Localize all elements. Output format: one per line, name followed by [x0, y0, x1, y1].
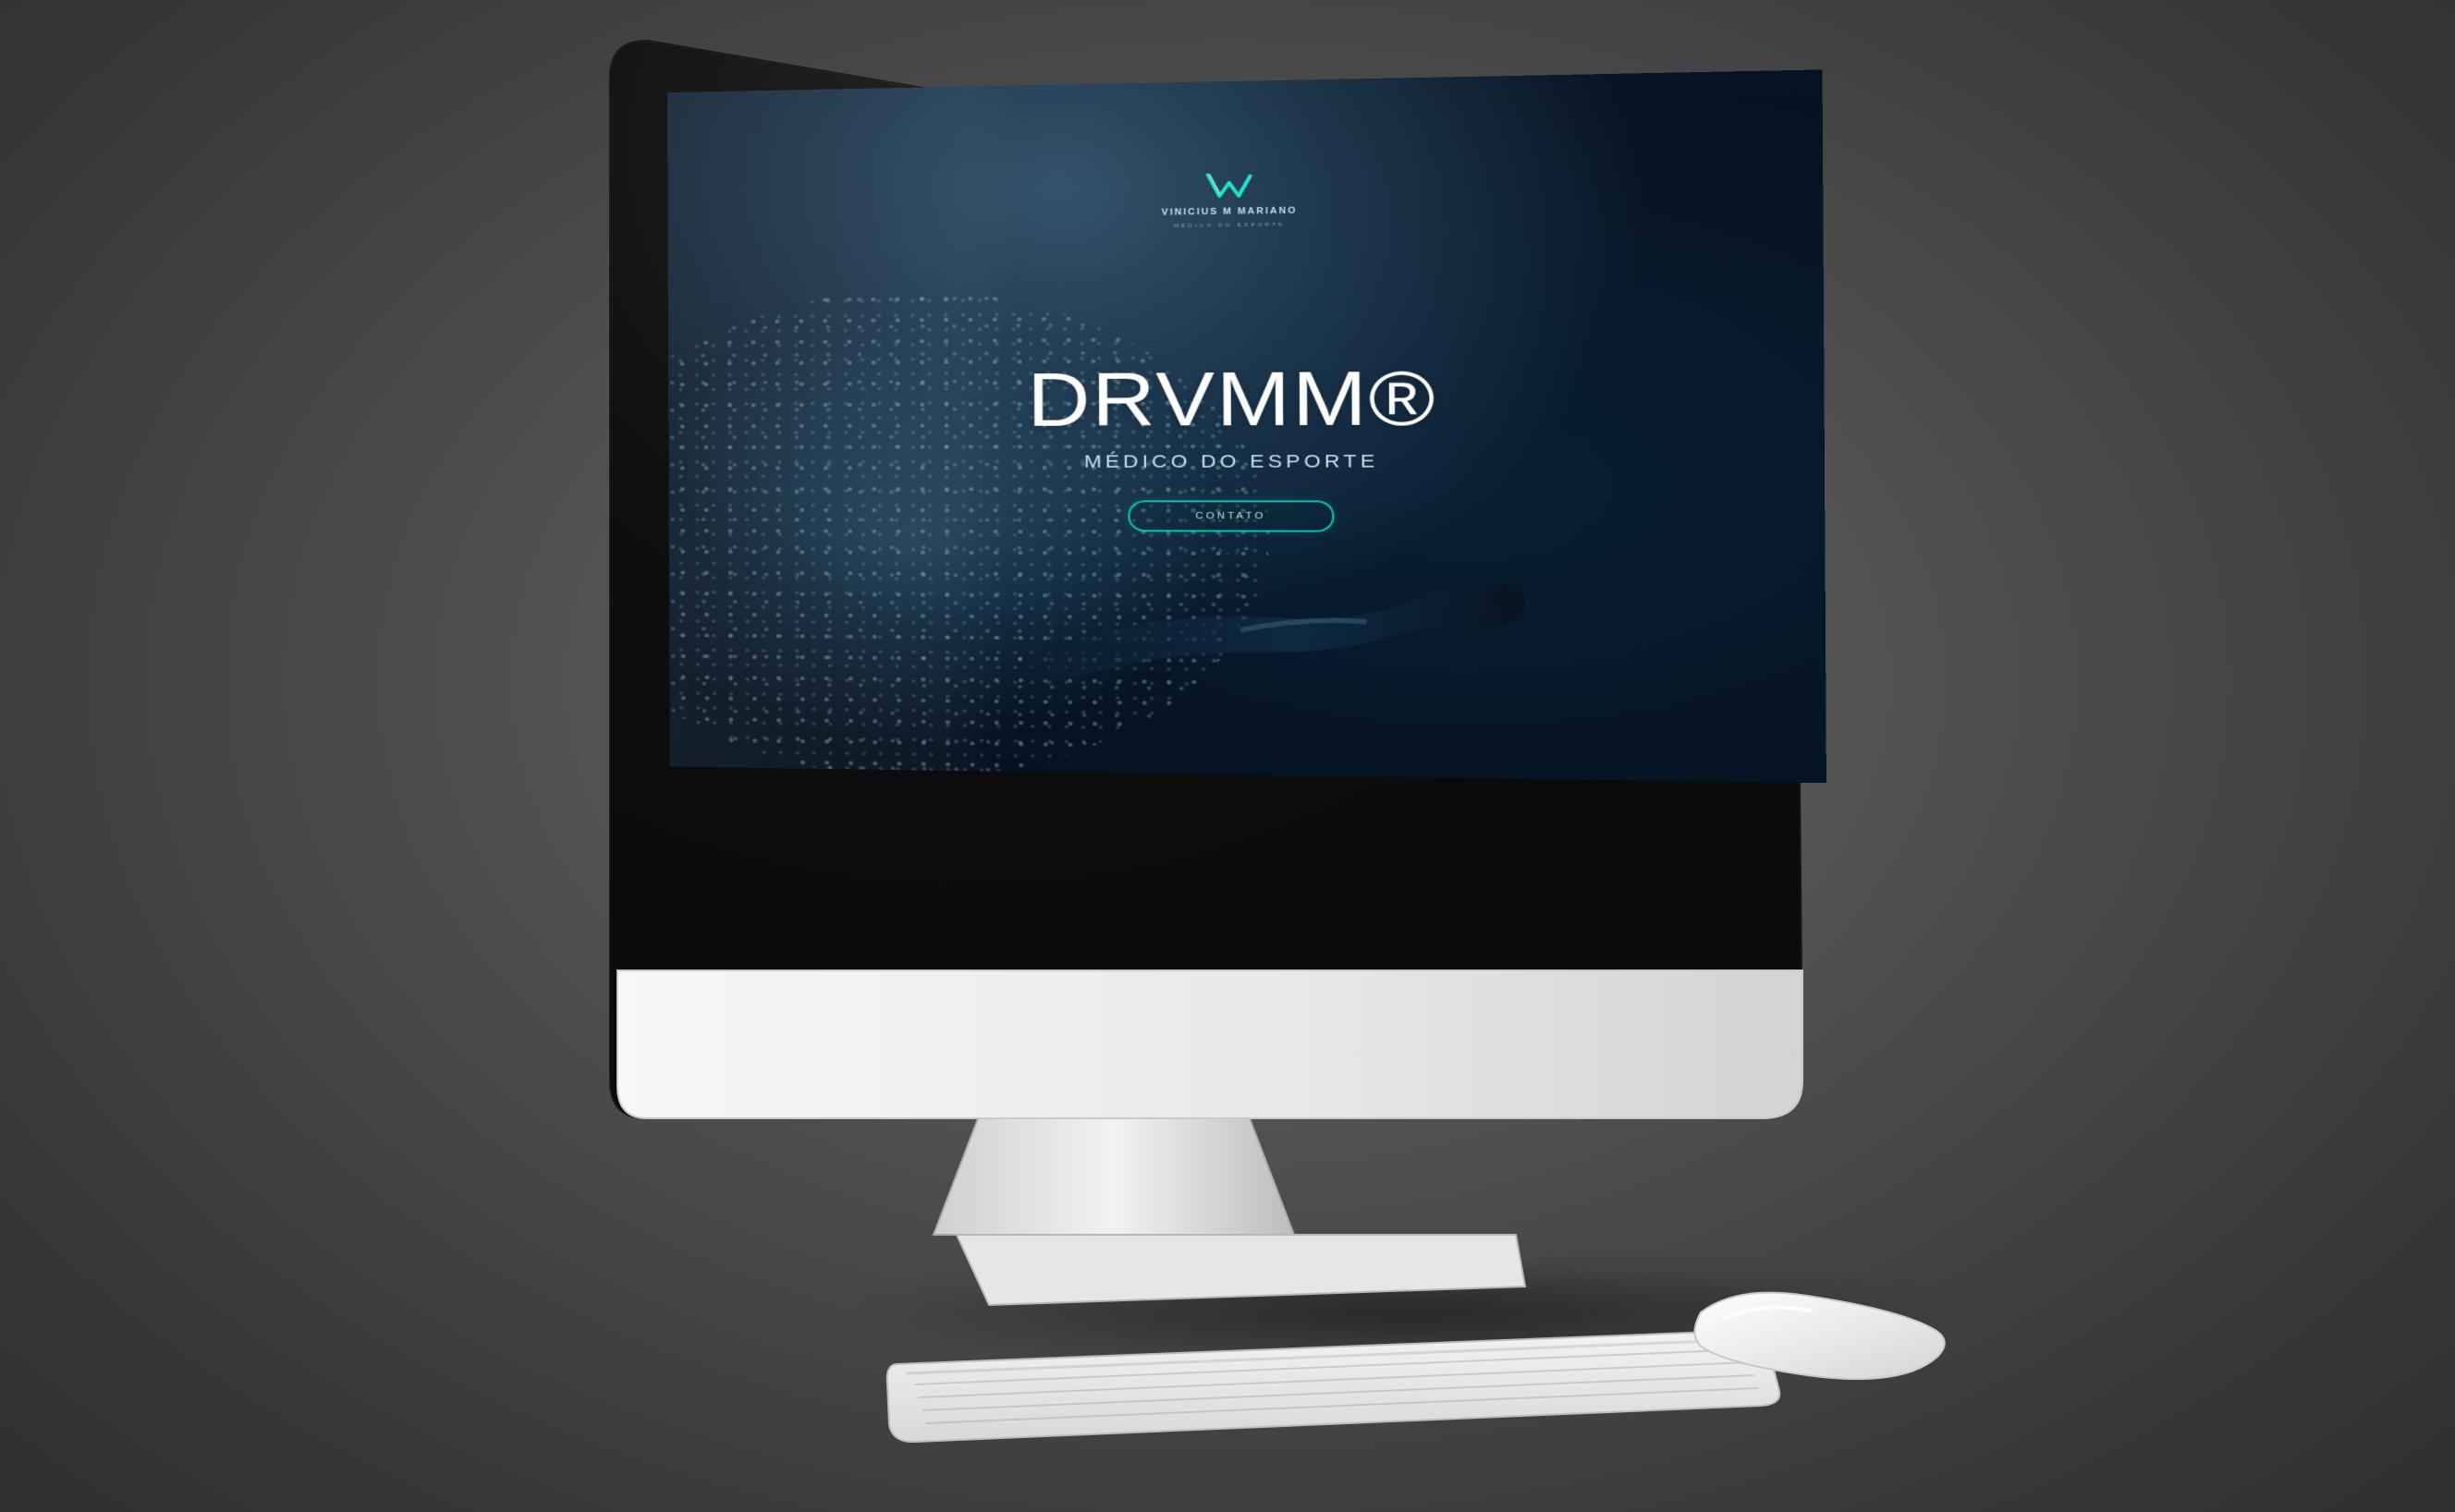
stand-foot — [955, 1234, 1527, 1307]
logo-mark-icon — [1203, 167, 1256, 201]
mockup-scene: VINICIUS M MARIANO MÉDICO DO ESPORTE DRV… — [0, 0, 2455, 1512]
hero-title: DRVMM® — [1027, 356, 1437, 443]
hero-section: DRVMM® MÉDICO DO ESPORTE CONTATO ••• — [668, 356, 1826, 562]
stand — [932, 1113, 1296, 1236]
contact-button[interactable]: CONTATO — [1128, 500, 1335, 532]
monitor-chin — [617, 969, 1803, 1119]
website-screen: VINICIUS M MARIANO MÉDICO DO ESPORTE DRV… — [667, 69, 1826, 784]
site-header: VINICIUS M MARIANO MÉDICO DO ESPORTE — [667, 159, 1823, 236]
hero-subtitle: MÉDICO DO ESPORTE — [1083, 450, 1379, 472]
logo-name: VINICIUS M MARIANO — [1161, 206, 1298, 218]
hero-faint-line: ••• — [1216, 549, 1245, 559]
keyboard — [886, 1329, 1781, 1444]
logo-tagline: MÉDICO DO ESPORTE — [1173, 222, 1286, 229]
